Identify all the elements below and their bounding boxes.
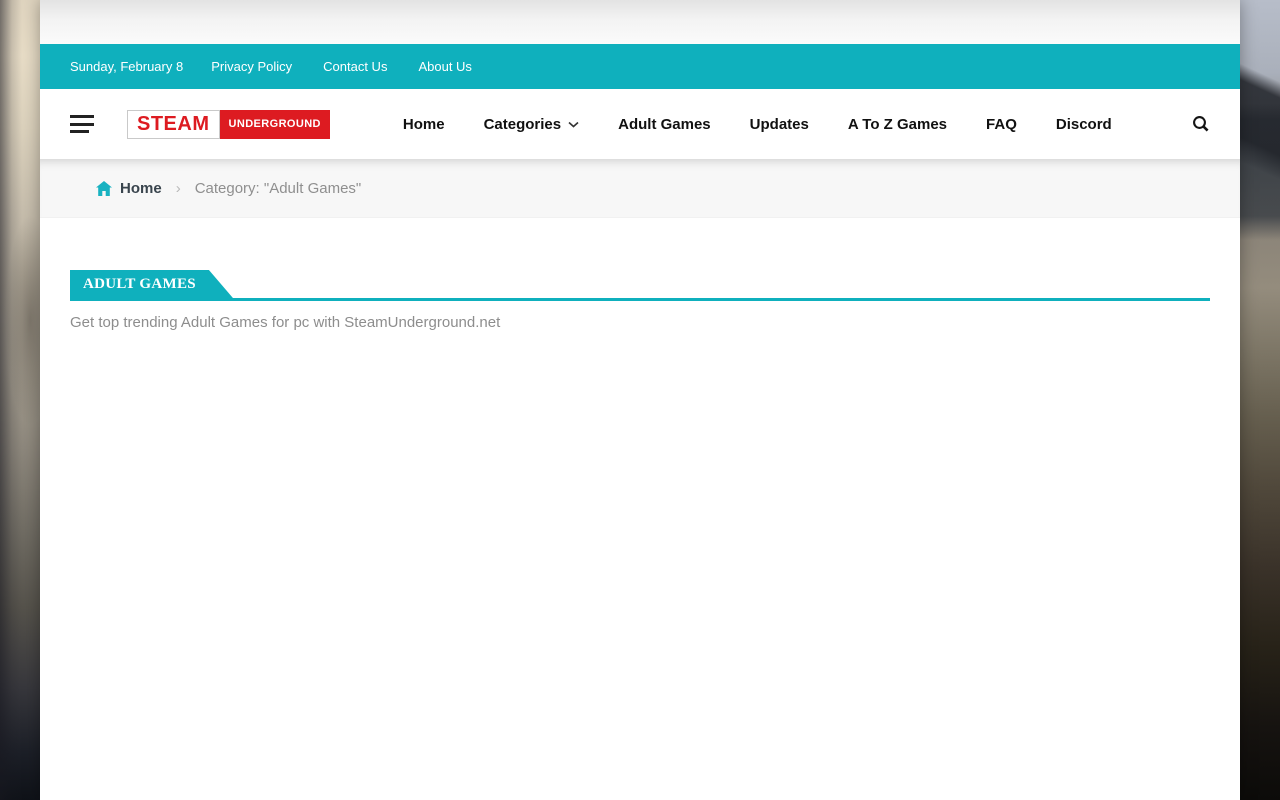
nav-item-label: A To Z Games (848, 116, 947, 133)
breadcrumb: Home › Category: "Adult Games" (40, 159, 1240, 218)
background-image-right (1240, 0, 1280, 800)
topbar-date: Sunday, February 8 (70, 59, 183, 74)
hamburger-line (70, 123, 94, 126)
nav-item-faq[interactable]: FAQ (986, 116, 1017, 133)
search-icon[interactable] (1192, 115, 1210, 133)
nav-item-discord[interactable]: Discord (1056, 116, 1112, 133)
breadcrumb-separator: › (176, 180, 181, 197)
main-content: ADULT GAMES Get top trending Adult Games… (40, 218, 1240, 800)
nav-item-label: Adult Games (618, 116, 711, 133)
breadcrumb-home-label: Home (120, 180, 162, 197)
nav-item-label: Updates (750, 116, 809, 133)
breadcrumb-current: Category: "Adult Games" (195, 180, 362, 197)
chevron-down-icon (568, 121, 579, 128)
page-top-spacer (40, 0, 1240, 44)
nav-item-label: Home (403, 116, 445, 133)
background-image-left (0, 0, 40, 800)
nav-item-label: Discord (1056, 116, 1112, 133)
topbar-link-about-us[interactable]: About Us (418, 59, 471, 74)
section-description: Get top trending Adult Games for pc with… (70, 314, 1210, 331)
hamburger-line (70, 130, 89, 133)
nav-item-a-to-z-games[interactable]: A To Z Games (848, 116, 947, 133)
section-header: ADULT GAMES (70, 270, 1210, 301)
nav-item-categories[interactable]: Categories (484, 116, 580, 133)
nav-item-home[interactable]: Home (403, 116, 445, 133)
topbar-links: Privacy Policy Contact Us About Us (211, 59, 472, 74)
nav-item-label: Categories (484, 116, 562, 133)
main-navbar: STEAM UNDERGROUND Home Categories Adult … (40, 89, 1240, 159)
hamburger-icon[interactable] (70, 115, 94, 133)
logo-text-steam: STEAM (127, 110, 220, 139)
site-logo[interactable]: STEAM UNDERGROUND (127, 110, 330, 139)
nav-item-label: FAQ (986, 116, 1017, 133)
page-container: Sunday, February 8 Privacy Policy Contac… (40, 0, 1240, 800)
topbar-link-privacy-policy[interactable]: Privacy Policy (211, 59, 292, 74)
hamburger-line (70, 115, 94, 118)
nav-item-updates[interactable]: Updates (750, 116, 809, 133)
main-menu: Home Categories Adult Games Updates A To… (403, 116, 1112, 133)
nav-item-adult-games[interactable]: Adult Games (618, 116, 711, 133)
breadcrumb-home-link[interactable]: Home (96, 180, 162, 197)
section-title-badge: ADULT GAMES (70, 270, 233, 298)
home-icon (96, 181, 112, 196)
logo-text-underground: UNDERGROUND (220, 110, 330, 139)
topbar: Sunday, February 8 Privacy Policy Contac… (40, 44, 1240, 89)
topbar-link-contact-us[interactable]: Contact Us (323, 59, 387, 74)
